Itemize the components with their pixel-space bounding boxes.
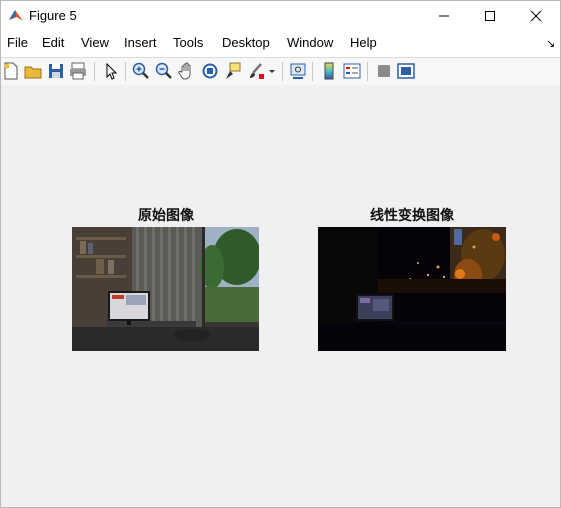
title-bar[interactable]: Figure 5 <box>1 1 560 31</box>
zoom-in-icon <box>132 62 149 79</box>
rotate-3d-button[interactable] <box>200 61 220 81</box>
minimize-icon <box>439 15 449 17</box>
data-cursor-icon <box>226 62 241 79</box>
original-image <box>72 227 259 351</box>
hide-plot-tools-button[interactable] <box>374 61 394 81</box>
toolbar-separator <box>282 62 283 81</box>
select-pointer-icon <box>106 62 118 80</box>
menu-window[interactable]: Window <box>287 35 333 50</box>
zoom-in-button[interactable] <box>131 61 151 81</box>
save-button[interactable] <box>46 61 66 81</box>
menu-help[interactable]: Help <box>350 35 377 50</box>
toolbar-dock-arrow[interactable]: ↘ <box>546 37 555 50</box>
legend-icon <box>343 63 361 79</box>
new-figure-icon <box>4 62 18 80</box>
legend-button[interactable] <box>342 61 362 81</box>
figure-toolbar <box>1 57 560 86</box>
save-icon <box>49 64 63 78</box>
open-file-icon <box>24 66 42 79</box>
brush-button[interactable] <box>246 61 266 81</box>
show-plot-tools-button[interactable] <box>396 61 416 81</box>
zoom-out-icon <box>155 62 172 79</box>
select-pointer-button[interactable] <box>101 61 121 81</box>
toolbar-separator <box>125 62 126 81</box>
original-image-photo <box>72 227 259 351</box>
menu-file[interactable]: File <box>7 35 28 50</box>
menu-edit[interactable]: Edit <box>42 35 64 50</box>
maximize-button[interactable] <box>467 1 513 31</box>
chevron-down-icon <box>269 70 275 73</box>
link-plot-icon <box>290 63 306 79</box>
menu-desktop[interactable]: Desktop <box>222 35 270 50</box>
zoom-out-button[interactable] <box>154 61 174 81</box>
matlab-app-icon <box>9 10 23 21</box>
hide-plot-tools-icon <box>378 65 390 77</box>
brush-dropdown[interactable] <box>267 61 277 81</box>
axes-title-original: 原始图像 <box>138 208 194 224</box>
menu-insert[interactable]: Insert <box>124 35 157 50</box>
linear-transform-image <box>318 227 506 351</box>
window-title: Figure 5 <box>29 8 77 23</box>
colorbar-icon <box>324 62 334 80</box>
menu-tools[interactable]: Tools <box>173 35 203 50</box>
figure-canvas[interactable]: 原始图像 线性变换图像 <box>1 85 560 507</box>
data-cursor-button[interactable] <box>223 61 243 81</box>
pan-hand-icon <box>178 62 191 80</box>
colorbar-button[interactable] <box>319 61 339 81</box>
linear-transform-photo <box>318 227 506 351</box>
print-icon <box>70 62 86 80</box>
toolbar-separator <box>94 62 95 81</box>
show-plot-tools-icon <box>397 63 415 79</box>
axes-title-linear-transform: 线性变换图像 <box>370 208 454 224</box>
open-file-button[interactable] <box>23 61 43 81</box>
link-plot-button[interactable] <box>288 61 308 81</box>
pan-button[interactable] <box>177 61 197 81</box>
close-button[interactable] <box>513 1 559 31</box>
new-figure-button[interactable] <box>1 61 21 81</box>
print-button[interactable] <box>68 61 88 81</box>
figure-window: Figure 5 File Edit View Insert Tools Des… <box>0 0 561 508</box>
minimize-button[interactable] <box>421 1 467 31</box>
toolbar-separator <box>312 62 313 81</box>
menu-bar: File Edit View Insert Tools Desktop Wind… <box>1 32 560 54</box>
maximize-icon <box>485 11 495 21</box>
rotate-3d-icon <box>202 63 218 79</box>
menu-view[interactable]: View <box>81 35 109 50</box>
close-icon <box>530 10 542 22</box>
toolbar-separator <box>367 62 368 81</box>
brush-icon <box>250 63 264 79</box>
